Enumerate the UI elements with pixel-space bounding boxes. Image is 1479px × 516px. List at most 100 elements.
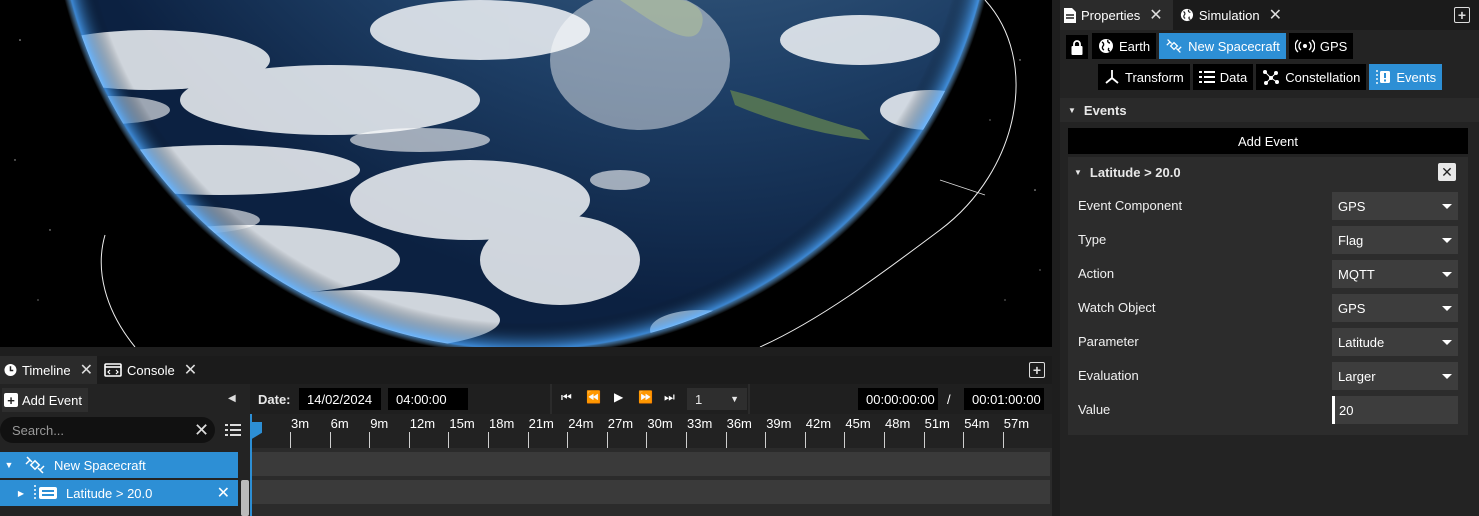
ruler-tick	[804, 432, 806, 448]
speed-value: 1	[695, 391, 703, 407]
ruler-tick-label: 30m	[647, 416, 673, 431]
sub-tabs: Transform Data Constellation Events	[1098, 64, 1443, 92]
field-label: Watch Object	[1078, 300, 1156, 315]
track-spacecraft[interactable]	[252, 452, 1050, 476]
field-select[interactable]: Larger	[1332, 362, 1458, 390]
date-field[interactable]: 14/02/2024	[299, 388, 381, 410]
axes-icon	[1105, 70, 1119, 84]
ruler-tick	[686, 432, 687, 448]
total-time-field[interactable]: 00:01:00:00	[964, 388, 1044, 410]
clear-search-icon[interactable]: ✕	[194, 421, 209, 439]
timeline-panel: Timeline ✕ Console ✕ + + Add Event ◀ ✕ ▼…	[0, 356, 1052, 516]
divider	[748, 384, 750, 414]
field-row: Watch Object GPS	[1078, 294, 1458, 322]
skip-start-icon[interactable]: ⏮	[561, 390, 572, 405]
lock-button[interactable]	[1066, 35, 1088, 59]
play-icon[interactable]: ▶	[614, 390, 623, 404]
add-panel-icon[interactable]: +	[1029, 362, 1045, 378]
ruler-tick	[606, 432, 608, 448]
tab-properties[interactable]: Properties ✕	[1060, 0, 1173, 30]
remove-event-icon[interactable]: ✕	[217, 483, 230, 503]
ruler-tick-label: 57m	[1003, 416, 1030, 431]
collapse-icon[interactable]: ▼	[1074, 168, 1082, 177]
subtab-label: Transform	[1125, 69, 1184, 85]
field-label: Type	[1078, 232, 1107, 247]
globe-icon	[1180, 8, 1194, 22]
tab-console-label: Console	[127, 362, 175, 378]
close-icon[interactable]: ✕	[1149, 5, 1162, 25]
ruler-tick-label: 42m	[805, 416, 832, 431]
field-select[interactable]: GPS	[1332, 294, 1458, 322]
chevron-down-icon	[1442, 339, 1452, 345]
close-icon[interactable]: ✕	[1269, 5, 1282, 25]
tree-item-event[interactable]: ▶ Latitude > 20.0 ✕	[0, 480, 238, 506]
section-title: Events	[1083, 102, 1127, 118]
delete-event-button[interactable]: ✕	[1438, 163, 1456, 181]
close-icon[interactable]: ✕	[80, 360, 93, 380]
subtab-transform[interactable]: Transform	[1098, 64, 1190, 90]
ruler-tick-label: 9m	[370, 416, 389, 431]
ruler-tick	[488, 432, 489, 448]
field-select[interactable]: GPS	[1332, 192, 1458, 220]
events-section-header[interactable]: ▼ Events	[1060, 98, 1479, 122]
event-header[interactable]: ▼ Latitude > 20.0	[1074, 165, 1181, 180]
tab-timeline[interactable]: Timeline ✕	[0, 356, 97, 384]
component-gps[interactable]: GPS	[1288, 33, 1354, 59]
tree-item-spacecraft[interactable]: ▼ New Spacecraft	[0, 452, 238, 478]
tree-scrollbar[interactable]	[241, 480, 249, 516]
field-select[interactable]: Flag	[1332, 226, 1458, 254]
satellite-icon	[1166, 39, 1182, 53]
globe-icon	[1099, 39, 1113, 53]
ruler-tick	[765, 432, 767, 448]
field-label: Evaluation	[1078, 368, 1139, 383]
ruler-tick	[567, 432, 569, 448]
ruler-tick	[290, 432, 291, 448]
speed-select[interactable]: 1 ▼	[687, 388, 747, 410]
chevron-down-icon	[1442, 271, 1452, 277]
expand-icon[interactable]: ▶	[12, 489, 30, 498]
viewport-3d[interactable]	[0, 0, 1052, 347]
close-icon[interactable]: ✕	[184, 360, 197, 380]
expand-icon[interactable]: ▼	[0, 460, 18, 470]
skip-end-icon[interactable]: ⏭	[664, 390, 675, 405]
tab-simulation-label: Simulation	[1198, 7, 1260, 23]
field-select[interactable]: MQTT	[1332, 260, 1458, 288]
collapse-icon[interactable]: ▼	[1068, 106, 1076, 115]
time-ruler[interactable]: 3m 6m 9m 12m 15m 18m 21m 24m 27m 30m 33m 36m 39m 42m 4…	[250, 414, 1052, 448]
rewind-icon[interactable]: ⏪	[586, 390, 601, 404]
component-earth[interactable]: Earth	[1092, 33, 1157, 59]
tab-console[interactable]: Console ✕	[100, 356, 202, 384]
document-icon	[1064, 7, 1076, 23]
subtab-data[interactable]: Data	[1192, 64, 1254, 90]
collapse-left-icon[interactable]: ◀	[228, 393, 236, 404]
ruler-tick-label: 33m	[687, 416, 713, 431]
list-options-icon[interactable]	[225, 423, 241, 437]
ruler-tick-label: 45m	[845, 416, 871, 431]
events-icon	[1376, 70, 1391, 84]
track-event[interactable]	[252, 480, 1050, 504]
event-card: ▼ Latitude > 20.0 ✕ Event Component GPS Ty…	[1068, 157, 1468, 435]
subtab-label: Data	[1219, 69, 1248, 85]
current-time-field[interactable]: 00:00:00:00	[858, 388, 938, 410]
fast-forward-icon[interactable]: ⏩	[638, 390, 653, 404]
timeline-tabbar: Timeline ✕ Console ✕ +	[0, 356, 1052, 384]
subtab-constellation[interactable]: Constellation	[1256, 64, 1367, 90]
time-separator: /	[947, 392, 951, 407]
add-event-button-wide[interactable]: Add Event	[1068, 128, 1468, 154]
field-value: Flag	[1338, 232, 1364, 248]
clock-icon	[4, 363, 17, 377]
search-input[interactable]	[12, 422, 188, 438]
component-tabs: Earth New Spacecraft GPS	[1092, 33, 1354, 61]
time-field[interactable]: 04:00:00	[388, 388, 468, 410]
field-row: Type Flag	[1078, 226, 1458, 254]
field-select[interactable]: Latitude	[1332, 328, 1458, 356]
value-input[interactable]	[1332, 396, 1458, 424]
subtab-events[interactable]: Events	[1369, 64, 1443, 90]
properties-panel: Properties ✕ Simulation ✕ + Earth New Sp…	[1060, 0, 1479, 516]
ruler-tick-label: 39m	[766, 416, 792, 431]
component-new-spacecraft[interactable]: New Spacecraft	[1159, 33, 1286, 59]
tab-simulation[interactable]: Simulation ✕	[1176, 0, 1286, 30]
add-panel-icon[interactable]: +	[1454, 7, 1470, 23]
tree-item-label: Latitude > 20.0	[66, 485, 153, 501]
add-event-button[interactable]: + Add Event	[2, 388, 88, 412]
